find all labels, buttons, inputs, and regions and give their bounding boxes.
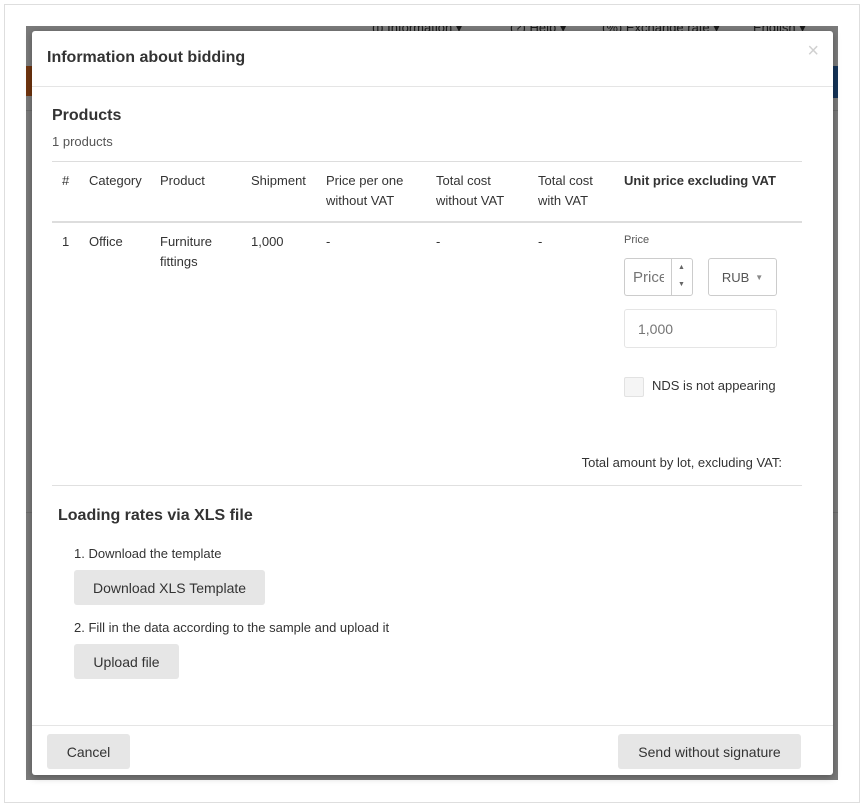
close-icon[interactable]: × — [807, 41, 819, 61]
price-label: Price — [624, 234, 650, 246]
table-header-border — [52, 221, 802, 223]
header-unit-price: Unit price excluding VAT — [624, 173, 776, 188]
price-input[interactable] — [624, 258, 672, 296]
currency-value: RUB — [721, 269, 750, 285]
header-shipment: Shipment — [251, 173, 306, 188]
quantity-input[interactable] — [624, 309, 777, 348]
cell-total-cost-with-vat: - — [538, 234, 543, 249]
section-divider — [52, 485, 802, 486]
step1-label: 1. Download the template — [74, 546, 222, 561]
cell-num: 1 — [62, 234, 70, 249]
cell-shipment: 1,000 — [251, 234, 284, 249]
modal-footer: Cancel Send without signature — [32, 725, 833, 775]
stepper-down-icon[interactable]: ▼ — [678, 281, 685, 288]
table-top-border — [52, 161, 802, 162]
upload-file-button[interactable]: Upload file — [74, 644, 179, 679]
products-heading: Products — [52, 107, 122, 124]
total-amount-label: Total amount by lot, excluding VAT: — [581, 455, 782, 470]
download-template-button[interactable]: Download XLS Template — [74, 570, 265, 605]
step2-label: 2. Fill in the data according to the sam… — [74, 620, 390, 635]
chevron-down-icon: ▼ — [755, 272, 764, 282]
xls-heading: Loading rates via XLS file — [58, 507, 253, 524]
cell-category: Office — [89, 234, 123, 249]
cell-price-per-one: - — [326, 234, 331, 249]
header-total-cost-without-vat: Total cost without VAT — [436, 173, 505, 208]
products-count: 1 products — [52, 134, 113, 149]
cell-total-cost-without-vat: - — [436, 234, 441, 249]
nds-checkbox[interactable] — [624, 377, 644, 397]
send-without-signature-button[interactable]: Send without signature — [618, 734, 801, 769]
modal-title: Information about bidding — [47, 49, 246, 66]
header-category: Category — [89, 173, 142, 188]
stepper-up-icon[interactable]: ▲ — [678, 264, 685, 271]
header-total-cost-with-vat: Total cost with VAT — [538, 173, 593, 208]
header-product: Product — [160, 173, 205, 188]
nds-label: NDS is not appearing — [652, 378, 776, 393]
cancel-button[interactable]: Cancel — [47, 734, 130, 769]
header-num: # — [62, 173, 70, 188]
cell-product: Furniture fittings — [160, 234, 213, 269]
bidding-info-modal: Information about bidding × Products 1 p… — [32, 31, 833, 775]
price-stepper[interactable]: ▲ ▼ — [671, 258, 693, 296]
modal-header: Information about bidding × — [32, 31, 833, 87]
currency-select[interactable]: RUB ▼ — [708, 258, 777, 296]
header-price-per-one: Price per one without VAT — [326, 173, 404, 208]
